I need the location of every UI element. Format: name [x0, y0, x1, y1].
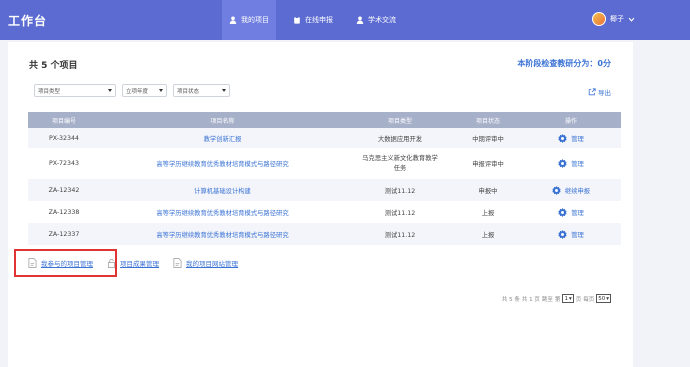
- cell-type: 马克思主义新文化教育教学任务: [362, 155, 438, 172]
- page-select[interactable]: 1 ▾: [562, 294, 574, 303]
- col-header: 操作: [564, 117, 577, 125]
- nav-academic-exchange[interactable]: 学术交流: [356, 0, 396, 40]
- cell-id: ZA-12342: [48, 186, 80, 194]
- gear-icon: [558, 133, 567, 143]
- nav-label: 在线申报: [305, 16, 333, 24]
- col-header: 项目类型: [387, 117, 412, 125]
- cell-name-link[interactable]: 高等学历继续教育优秀教材培育模式与路径研究: [100, 208, 345, 217]
- cell-status: 中期评审中: [472, 135, 504, 143]
- cell-type: 测试11.12: [384, 209, 416, 217]
- projects-table: 项目编号 项目名称 项目类型 项目状态 操作 PX-32344 教学创新汇报 大…: [28, 112, 621, 245]
- export-icon: [588, 88, 596, 96]
- cell-action: 管理: [521, 159, 621, 168]
- manage-link[interactable]: 管理: [571, 134, 584, 143]
- cell-action: 管理: [521, 133, 621, 143]
- user-menu[interactable]: 椰子: [592, 12, 635, 26]
- manage-link[interactable]: 管理: [571, 230, 584, 239]
- continue-apply-link[interactable]: 继续申报: [565, 186, 590, 195]
- pagination: 共 5 条 共 1 页 跳至 第 1 ▾ 页 每页 50 ▾: [501, 294, 611, 303]
- table-row: ZA-12338 高等学历继续教育优秀教材培育模式与路径研究 测试11.12 上…: [28, 201, 621, 223]
- cell-name-link[interactable]: 计算机基础设计构建: [100, 186, 345, 195]
- top-bar: 工作台 我的项目 在线申报 学术交流 椰子: [0, 0, 690, 40]
- user-name: 椰子: [610, 15, 624, 23]
- cell-status: 上报: [481, 209, 495, 217]
- cell-action: 继续申报: [521, 185, 621, 195]
- cell-name-link[interactable]: 高等学历继续教育优秀教材培育模式与路径研究: [100, 159, 345, 168]
- user-icon: [356, 16, 364, 24]
- cell-type: 测试11.12: [384, 231, 416, 239]
- score-summary: 本阶段检查教研分为：0分: [517, 59, 611, 68]
- manage-link[interactable]: 管理: [571, 208, 584, 217]
- chevron-down-icon: ▾: [606, 295, 609, 302]
- col-header: 项目编号: [51, 117, 76, 125]
- dropdown-arrow-icon: [159, 89, 163, 92]
- col-header: 项目状态: [475, 117, 500, 125]
- document-icon: [173, 258, 182, 268]
- cell-id: ZA-12338: [48, 208, 80, 216]
- nav-my-projects[interactable]: 我的项目: [222, 0, 276, 40]
- cell-name-link[interactable]: 教学创新汇报: [100, 134, 345, 143]
- approval-year-select[interactable]: 立项年度: [122, 84, 167, 97]
- dropdown-arrow-icon: [108, 89, 112, 92]
- nav-online-apply[interactable]: 在线申报: [293, 0, 333, 40]
- col-header: 项目名称: [210, 117, 235, 125]
- gear-icon: [558, 229, 567, 239]
- clipboard-icon: [294, 16, 300, 24]
- table-row: ZA-12342 计算机基础设计构建 测试11.12 申报中 继续申报: [28, 179, 621, 201]
- highlight-box: [14, 249, 117, 277]
- project-website-link[interactable]: 我的项目网站管理: [173, 258, 238, 268]
- nav-label: 我的项目: [241, 16, 269, 24]
- nav-label: 学术交流: [368, 16, 396, 24]
- table-row: ZA-12337 高等学历继续教育优秀教材培育模式与路径研究 测试11.12 上…: [28, 223, 621, 245]
- page-title: 共 5 个项目: [29, 61, 78, 71]
- dropdown-arrow-icon: [222, 89, 226, 92]
- cell-action: 管理: [521, 229, 621, 239]
- page-size-select[interactable]: 50 ▾: [596, 294, 611, 303]
- cell-status: 申报中: [478, 187, 498, 195]
- cell-id: ZA-12337: [48, 230, 80, 238]
- chevron-down-icon: ▾: [568, 295, 572, 302]
- cell-id: PX-32344: [48, 134, 80, 142]
- main-panel: 共 5 个项目 本阶段检查教研分为：0分 项目类型 立项年度 项目状态 导出 项…: [8, 42, 633, 367]
- manage-link[interactable]: 管理: [571, 159, 584, 168]
- export-button[interactable]: 导出: [588, 87, 611, 97]
- filter-bar: 项目类型 立项年度 项目状态: [34, 84, 230, 97]
- table-body: PX-32344 教学创新汇报 大数据应用开发 中期评审中 管理 PX-7234…: [28, 128, 621, 245]
- table-header: 项目编号 项目名称 项目类型 项目状态 操作: [28, 112, 621, 128]
- brand-title: 工作台: [8, 14, 48, 28]
- project-type-select[interactable]: 项目类型: [34, 84, 116, 97]
- cell-status: 上报: [481, 231, 495, 239]
- avatar: [592, 12, 606, 26]
- cell-status: 申报评审中: [472, 161, 504, 168]
- user-icon: [229, 16, 237, 24]
- gear-icon: [558, 207, 567, 217]
- cell-id: PX-72343: [48, 160, 80, 167]
- table-row: PX-72343 高等学历继续教育优秀教材培育模式与路径研究 马克思主义新文化教…: [28, 148, 621, 179]
- gear-icon: [552, 185, 561, 195]
- cell-type: 测试11.12: [384, 187, 416, 195]
- cell-action: 管理: [521, 207, 621, 217]
- project-status-select[interactable]: 项目状态: [173, 84, 230, 97]
- gear-icon: [558, 159, 567, 168]
- cell-name-link[interactable]: 高等学历继续教育优秀教材培育模式与路径研究: [100, 230, 345, 239]
- table-row: PX-32344 教学创新汇报 大数据应用开发 中期评审中 管理: [28, 128, 621, 148]
- chevron-down-icon: [628, 17, 635, 22]
- cell-type: 大数据应用开发: [377, 135, 423, 143]
